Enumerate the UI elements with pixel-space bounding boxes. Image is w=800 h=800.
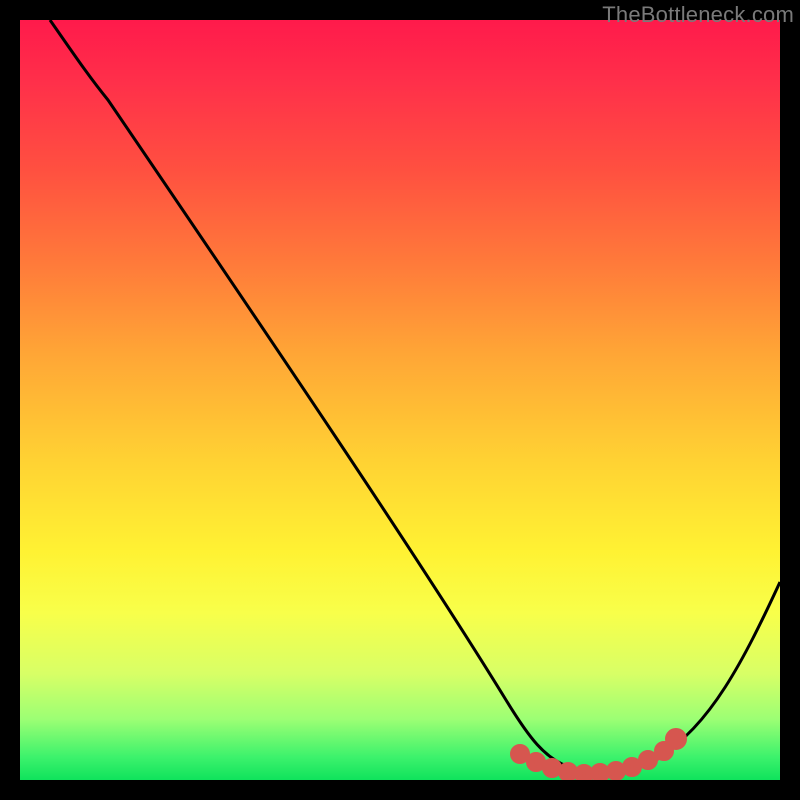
bottleneck-curve: [50, 20, 780, 772]
chart-frame: [20, 20, 780, 780]
highlight-segment: [514, 732, 683, 780]
bottleneck-chart: [20, 20, 780, 780]
watermark-text: TheBottleneck.com: [602, 2, 794, 28]
